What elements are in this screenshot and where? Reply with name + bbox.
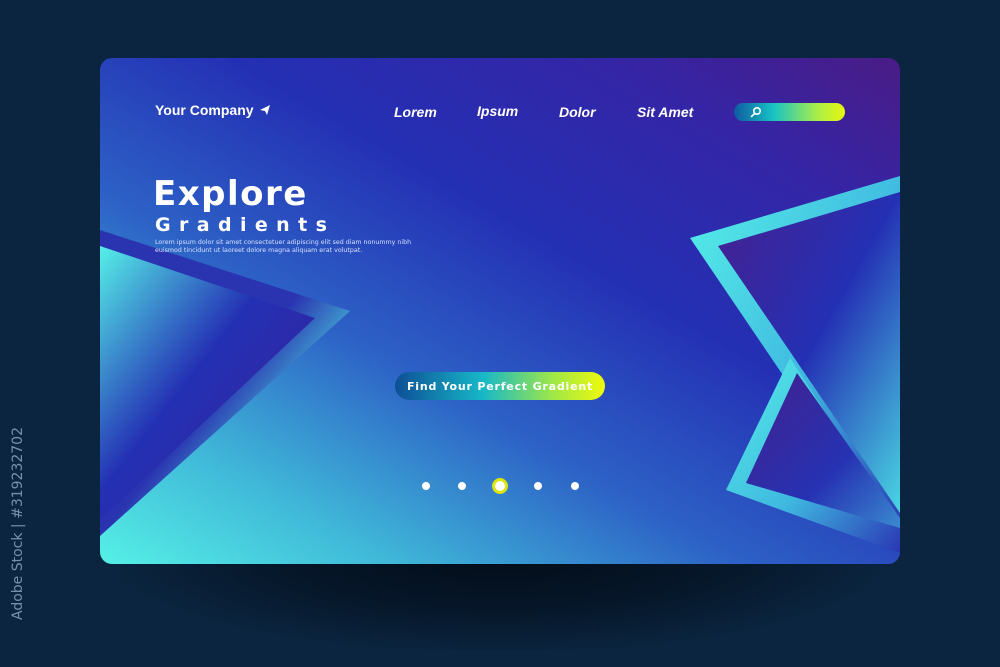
nav-item-lorem[interactable]: Lorem [394,104,437,120]
carousel-dot[interactable] [458,482,466,490]
hero-title: Explore [153,174,308,214]
hero-description-line: euismod tincidunt ut laoreet dolore magn… [155,247,363,254]
hero-description-line: Lorem ipsum dolor sit amet consectetuer … [155,239,412,246]
search-icon [750,106,762,118]
nav-item-dolor[interactable]: Dolor [559,104,596,120]
hero-subtitle: Gradients [155,214,336,236]
carousel-dot[interactable] [422,482,430,490]
stock-id-watermark: Adobe Stock | #319232702 [10,427,26,620]
nav-item-sit-amet[interactable]: Sit Amet [637,104,693,120]
brand-logo[interactable]: Your Company [155,102,270,118]
find-gradient-button[interactable]: Find Your Perfect Gradient [395,372,605,400]
nav-item-ipsum[interactable]: Ipsum [477,103,518,119]
carousel-dot[interactable] [571,482,579,490]
carousel-dot-active[interactable] [492,478,508,494]
carousel-pagination [100,478,900,494]
paper-plane-icon [259,105,270,115]
search-input[interactable] [734,103,845,121]
brand-name: Your Company [155,102,254,118]
landing-page-card: Your Company Lorem Ipsum Dolor Sit Amet … [100,58,900,564]
carousel-dot[interactable] [534,482,542,490]
hero-description: Lorem ipsum dolor sit amet consectetuer … [155,239,415,255]
